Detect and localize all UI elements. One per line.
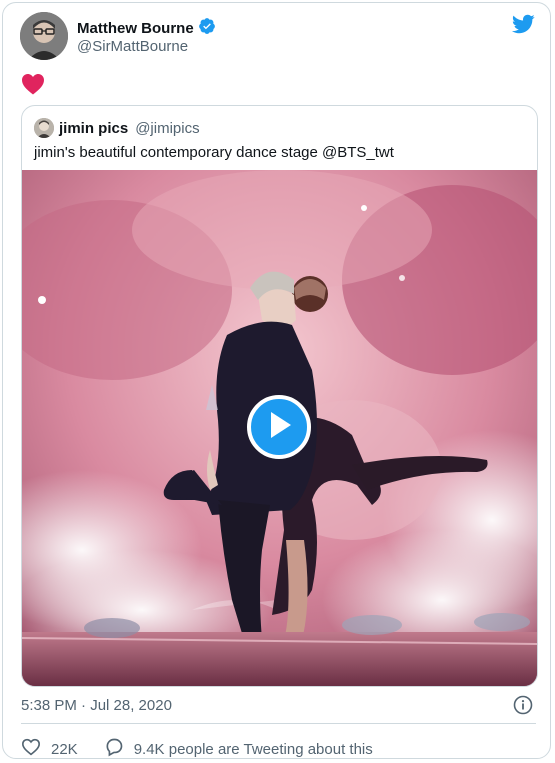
quoted-author-name[interactable]: jimin pics bbox=[59, 120, 128, 137]
play-button[interactable] bbox=[247, 395, 311, 459]
video-thumbnail[interactable] bbox=[22, 170, 537, 686]
conversation-text: 9.4K people are Tweeting about this bbox=[133, 740, 373, 758]
quoted-text: jimin's beautiful contemporary dance sta… bbox=[34, 144, 394, 161]
action-bar: 22K 9.4K people are Tweeting about this bbox=[21, 737, 373, 761]
speech-bubble-icon bbox=[104, 737, 124, 761]
verified-badge-icon bbox=[198, 17, 216, 39]
divider bbox=[21, 723, 536, 724]
tweet-timestamp[interactable]: 5:38 PM · Jul 28, 2020 bbox=[21, 697, 172, 714]
author-handle[interactable]: @SirMattBourne bbox=[77, 38, 188, 55]
author-name[interactable]: Matthew Bourne bbox=[77, 17, 216, 39]
quoted-tweet[interactable]: jimin pics @jimipics jimin's beautiful c… bbox=[21, 105, 538, 687]
quoted-author-handle[interactable]: @jimipics bbox=[135, 120, 199, 137]
like-count: 22K bbox=[51, 740, 78, 758]
quoted-avatar[interactable] bbox=[34, 118, 54, 138]
conversation-link[interactable]: 9.4K people are Tweeting about this bbox=[104, 737, 373, 761]
tweet-card: Matthew Bourne @SirMattBourne jimin pics… bbox=[2, 2, 551, 759]
quoted-header: jimin pics @jimipics bbox=[34, 118, 200, 138]
red-heart-icon bbox=[21, 73, 45, 100]
twitter-bird-icon[interactable] bbox=[511, 12, 535, 41]
like-button[interactable]: 22K bbox=[21, 738, 78, 760]
play-icon bbox=[265, 410, 293, 445]
info-icon[interactable] bbox=[513, 695, 533, 720]
author-avatar[interactable] bbox=[20, 12, 68, 60]
heart-outline-icon bbox=[21, 738, 41, 760]
author-name-text[interactable]: Matthew Bourne bbox=[77, 20, 194, 37]
